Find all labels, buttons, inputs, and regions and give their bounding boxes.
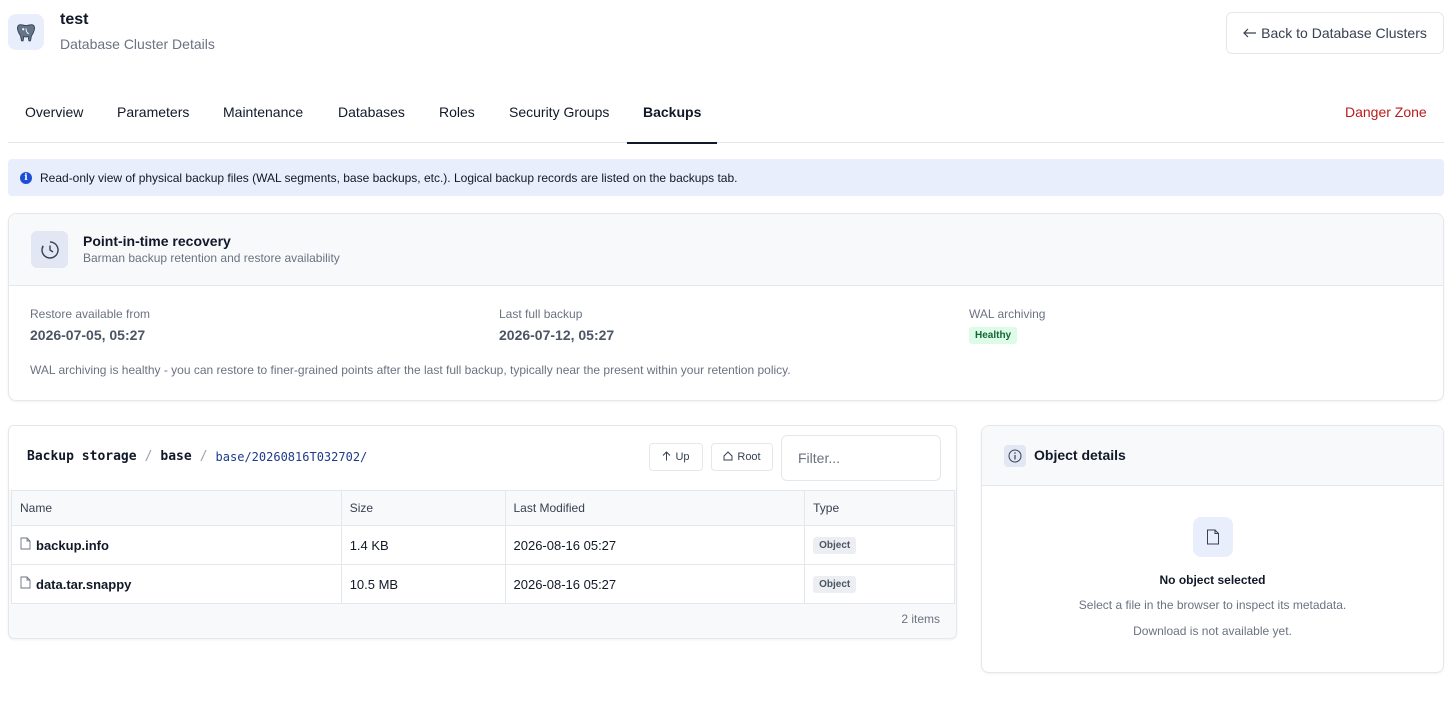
object-details-panel: Object details No object selected Select… (981, 425, 1444, 673)
clock-icon (31, 231, 68, 268)
breadcrumb-separator: / (199, 449, 208, 464)
empty-state-text: Select a file in the browser to inspect … (1078, 598, 1347, 612)
files-table: Name Size Last Modified Type backup.info… (11, 490, 955, 604)
object-details-title: Object details (1034, 447, 1126, 463)
pitr-note: WAL archiving is healthy - you can resto… (30, 363, 791, 377)
browser-toolbar: Backup storage / base / base/20260816T03… (9, 426, 956, 490)
last-full-backup-label: Last full backup (499, 307, 583, 321)
root-button[interactable]: Root (711, 443, 773, 471)
table-row[interactable]: data.tar.snappy 10.5 MB 2026-08-16 05:27… (11, 564, 955, 604)
last-full-backup-value: 2026-07-12, 05:27 (499, 327, 615, 343)
wal-archiving-label: WAL archiving (969, 307, 1046, 321)
page-title: test (60, 11, 89, 28)
backup-storage-browser: Backup storage / base / base/20260816T03… (8, 425, 957, 639)
tab-danger-zone[interactable]: Danger Zone (1345, 80, 1427, 143)
pitr-subtitle: Barman backup retention and restore avai… (83, 251, 340, 265)
cell-size: 1.4 KB (340, 525, 506, 565)
breadcrumb-base[interactable]: base (160, 449, 191, 464)
restore-from-label: Restore available from (30, 307, 151, 321)
restore-from-value: 2026-07-05, 05:27 (30, 327, 146, 343)
cell-name: data.tar.snappy (11, 564, 342, 604)
column-header-type[interactable]: Type (804, 490, 955, 526)
arrow-left-icon (1243, 25, 1257, 41)
tab-security-groups[interactable]: Security Groups (509, 80, 609, 143)
empty-state-title: No object selected (1159, 573, 1266, 587)
tab-bar: Overview Parameters Maintenance Database… (8, 80, 1444, 144)
cell-type: Object (804, 564, 955, 604)
cell-last-modified: 2026-08-16 05:27 (504, 525, 806, 565)
wal-status-badge: Healthy (969, 327, 1018, 344)
home-icon (723, 450, 733, 464)
cell-name: backup.info (11, 525, 342, 565)
up-button-label: Up (675, 451, 690, 463)
table-row[interactable]: backup.info 1.4 KB 2026-08-16 05:27 Obje… (11, 525, 955, 565)
file-icon (20, 576, 31, 592)
up-button[interactable]: Up (649, 443, 703, 471)
info-banner: i Read-only view of physical backup file… (8, 159, 1444, 196)
back-to-clusters-button[interactable]: Back to Database Clusters (1226, 12, 1444, 54)
download-unavailable-text: Download is not available yet. (1133, 624, 1292, 638)
breadcrumb-separator: / (144, 449, 153, 464)
tab-maintenance[interactable]: Maintenance (223, 80, 303, 143)
file-name[interactable]: backup.info (36, 538, 109, 553)
column-header-name[interactable]: Name (11, 490, 342, 526)
info-icon: i (20, 171, 32, 184)
back-button-label: Back to Database Clusters (1261, 25, 1427, 41)
object-details-header: Object details (982, 426, 1443, 486)
filter-input[interactable] (781, 435, 941, 481)
file-name[interactable]: data.tar.snappy (36, 577, 131, 592)
postgres-elephant-icon (8, 14, 44, 50)
page-subtitle: Database Cluster Details (60, 36, 215, 52)
breadcrumb: Backup storage / base / base/20260816T03… (27, 449, 367, 464)
cell-size: 10.5 MB (340, 564, 506, 604)
info-banner-text: Read-only view of physical backup files … (40, 170, 738, 185)
table-header-row: Name Size Last Modified Type (11, 490, 955, 526)
pitr-card: Point-in-time recovery Barman backup ret… (8, 213, 1444, 401)
root-button-label: Root (737, 451, 761, 463)
column-header-last-modified[interactable]: Last Modified (504, 490, 806, 526)
info-circle-icon (1004, 445, 1026, 467)
tab-databases[interactable]: Databases (338, 80, 405, 143)
file-icon (1193, 517, 1233, 557)
item-count: 2 items (901, 612, 940, 626)
file-icon (20, 537, 31, 553)
tab-parameters[interactable]: Parameters (117, 80, 189, 143)
arrow-up-icon (662, 450, 671, 464)
tab-backups[interactable]: Backups (626, 80, 718, 144)
breadcrumb-root[interactable]: Backup storage (27, 449, 137, 464)
breadcrumb-current-path: base/20260816T032702/ (215, 449, 368, 464)
pitr-card-header: Point-in-time recovery Barman backup ret… (9, 214, 1443, 286)
pitr-title: Point-in-time recovery (83, 233, 231, 249)
column-header-size[interactable]: Size (340, 490, 506, 526)
cell-type: Object (804, 525, 955, 565)
cell-last-modified: 2026-08-16 05:27 (504, 564, 806, 604)
type-badge: Object (813, 576, 857, 593)
type-badge: Object (813, 537, 857, 554)
tab-roles[interactable]: Roles (439, 80, 475, 143)
tab-overview[interactable]: Overview (25, 80, 83, 143)
